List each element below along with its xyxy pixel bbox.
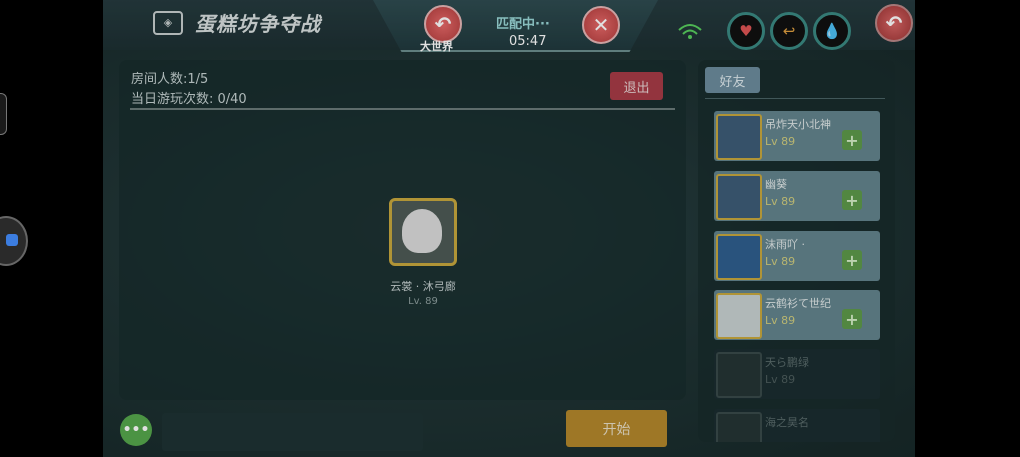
title-area: ◈ 蛋糕坊争夺战 [153, 8, 321, 37]
back-to-world-label: 大世界 [420, 40, 453, 53]
friend-avatar [716, 174, 762, 220]
friend-item-offline[interactable]: 天ら鹏绿 Lv 89 [714, 349, 880, 399]
friend-level: Lv 89 [765, 373, 796, 386]
friend-avatar [716, 114, 762, 160]
matching-status: 匹配中··· [496, 17, 550, 32]
device-side-button[interactable] [0, 93, 7, 135]
emote-status-icon[interactable]: ↩ [770, 12, 808, 50]
page-title: 蛋糕坊争夺战 [195, 12, 321, 36]
invite-friend-button[interactable]: + [842, 309, 862, 329]
avatar-image [402, 209, 442, 253]
chat-menu-button[interactable]: ••• [120, 414, 152, 446]
drop-status-icon[interactable]: 💧 [813, 12, 851, 50]
friend-avatar [716, 234, 762, 280]
player-slot[interactable]: 云裳 · 沐弓廊 Lv. 89 [368, 198, 478, 307]
room-player-count: 房间人数:1/5 [131, 72, 209, 87]
event-logo-icon: ◈ [153, 10, 183, 35]
tab-friends[interactable]: 好友 [705, 67, 760, 93]
friend-item[interactable]: 吊炸天小北神 Lv 89 + [714, 111, 880, 161]
friend-item[interactable]: 幽葵 Lv 89 + [714, 171, 880, 221]
player-level: Lv. 89 [408, 296, 438, 307]
device-bezel-right [915, 0, 1020, 457]
friend-level: Lv 89 [765, 255, 796, 268]
friend-level: Lv 89 [765, 135, 796, 148]
match-timer: 05:47 [509, 34, 547, 49]
chat-input[interactable] [162, 413, 423, 451]
friend-name: 幽葵 [765, 178, 787, 191]
invite-friend-button[interactable]: + [842, 250, 862, 270]
heart-status-icon[interactable]: ♥ [727, 12, 765, 50]
invite-friend-button[interactable]: + [842, 190, 862, 210]
friend-name: 吊炸天小北神 [765, 118, 831, 131]
exit-room-button[interactable]: 退出 [610, 72, 663, 100]
friend-item-offline[interactable]: 海之昊名 [714, 409, 880, 442]
friend-name: 云鹤衫て世纪 [765, 297, 831, 310]
daily-play-count: 当日游玩次数: 0/40 [131, 92, 247, 107]
wifi-signal-icon [677, 22, 703, 40]
back-button[interactable]: ↶ [875, 4, 913, 42]
friend-name: 天ら鹏绿 [765, 356, 809, 369]
start-button[interactable]: 开始 [566, 410, 667, 447]
friends-divider [705, 98, 885, 99]
friend-name: 沫雨吖 · [765, 238, 805, 251]
player-name: 云裳 · 沐弓廊 [390, 280, 456, 293]
game-screen: ◈ 蛋糕坊争夺战 ↶ 大世界 匹配中··· 05:47 ✕ ♥ ↩ 💧 ↶ 房间… [103, 0, 915, 457]
invite-friend-button[interactable]: + [842, 130, 862, 150]
room-divider [130, 108, 675, 110]
friend-name: 海之昊名 [765, 416, 809, 429]
friend-avatar [716, 352, 762, 398]
friend-item[interactable]: 云鹤衫て世纪 Lv 89 + [714, 290, 880, 340]
cancel-match-button[interactable]: ✕ [582, 6, 620, 44]
friend-level: Lv 89 [765, 314, 796, 327]
floating-assistant-button[interactable] [0, 216, 28, 266]
assistant-icon [6, 234, 18, 246]
friend-level: Lv 89 [765, 195, 796, 208]
friend-item[interactable]: 沫雨吖 · Lv 89 + [714, 231, 880, 281]
friend-avatar [716, 412, 762, 442]
friend-avatar [716, 293, 762, 339]
room-panel: 房间人数:1/5 当日游玩次数: 0/40 退出 云裳 · 沐弓廊 Lv. 89 [119, 60, 686, 400]
player-avatar [389, 198, 457, 266]
friends-panel: 好友 吊炸天小北神 Lv 89 + 幽葵 Lv 89 + 沫雨吖 · Lv 89… [698, 60, 895, 442]
device-bezel-left [0, 0, 103, 457]
